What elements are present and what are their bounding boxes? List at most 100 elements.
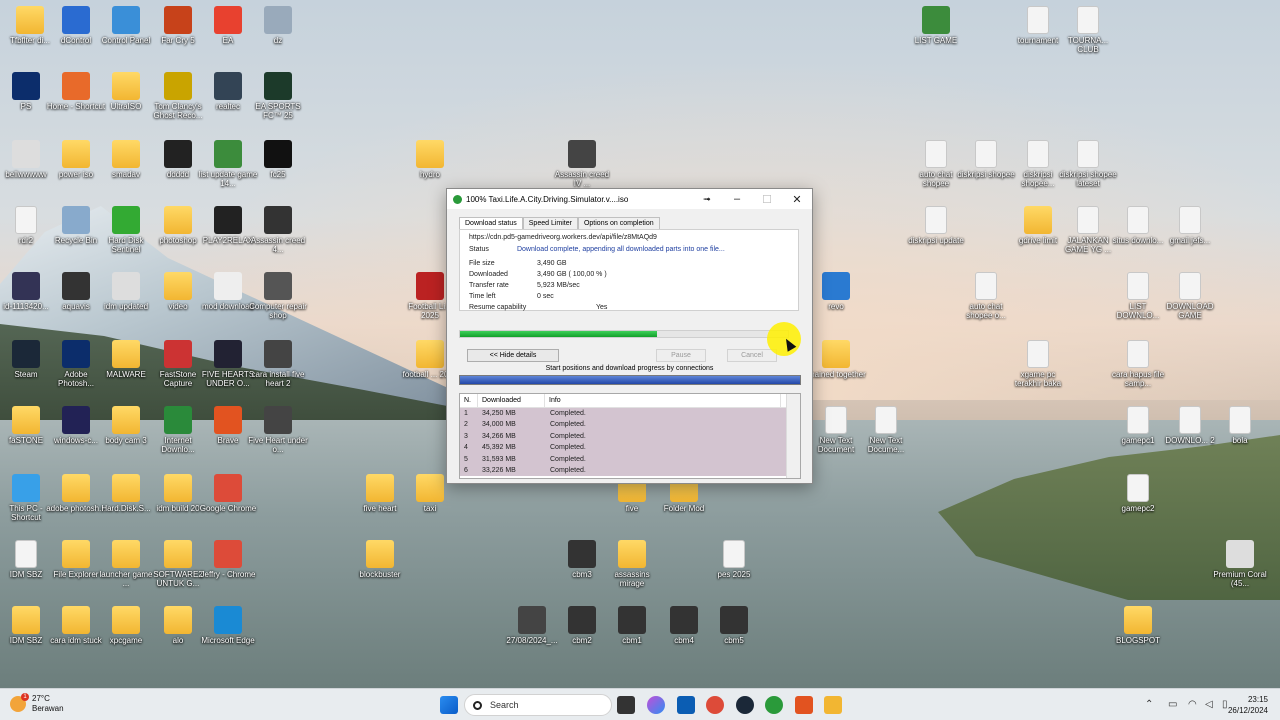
desktop-icon[interactable]: gamepc2 [1108,472,1168,536]
desktop-icon[interactable]: xpcgame [96,604,156,668]
info-row: Downloaded 3,490 GB ( 100,00 % ) [469,271,607,278]
table-row[interactable]: 6 33,226 MB Completed. [460,464,800,477]
desktop-icon[interactable]: auto chat shopee o... [956,270,1016,334]
desktop-icon[interactable]: fc25 [248,138,308,202]
hide-details-button[interactable]: << Hide details [467,349,559,362]
col-info[interactable]: Info [545,394,781,407]
table-row[interactable]: 2 34,000 MB Completed. [460,419,800,431]
desktop-icon[interactable]: blockbuster [350,538,410,602]
table-cell: 31,593 MB [482,455,516,463]
desktop-icon[interactable]: cbm1 [602,604,662,668]
weather-widget[interactable]: 1 27°C Berawan [10,693,64,714]
desktop-icon[interactable]: assassins mirage [602,538,662,602]
desktop-icon[interactable]: Control Panel [96,4,156,68]
steam-icon[interactable] [736,696,754,714]
document-icon [15,206,37,234]
idm-taskbar-icon[interactable] [765,696,783,714]
pause-button[interactable]: Pause [656,349,706,362]
desktop-icon[interactable]: BLOGSPOT [1108,604,1168,668]
status-row: Status Download complete, appending all … [469,246,725,253]
desktop-icon[interactable]: TOURNA... CLUB [1058,4,1118,68]
desktop-icon[interactable]: New Text Docume... [856,404,916,468]
desktop-icon[interactable]: gmail jefs... [1160,204,1220,268]
desktop-icon[interactable]: diskripsi shopee lateset [1058,138,1118,202]
table-row[interactable]: 4 45,392 MB Completed. [460,442,800,454]
app-icon [164,72,192,100]
search-box[interactable]: Search [464,694,612,716]
document-icon [925,140,947,168]
col-downloaded[interactable]: Downloaded [478,394,545,407]
table-cell: Completed. [550,432,586,440]
desktop-icon[interactable]: revo [806,270,866,334]
desktop-icon[interactable]: MALWARE [96,338,156,402]
tab-download-status[interactable]: Download status [459,217,523,229]
desktop-icon[interactable]: Jeffry - Chrome [198,538,258,602]
file-explorer-icon[interactable] [824,696,842,714]
desktop-icon[interactable]: chained together [806,338,866,402]
tab-speed-limiter[interactable]: Speed Limiter [522,217,578,229]
app-icon [112,6,140,34]
desktop-icon[interactable]: launcher game ... [96,538,156,602]
tab-options-on-completion[interactable]: Options on completion [577,217,660,229]
store-icon[interactable] [677,696,695,714]
desktop-icon[interactable]: diskripsi shopee [956,138,1016,202]
close-button[interactable]: ✕ [782,193,812,206]
desktop-icon[interactable]: Hard.Disk.S... [96,472,156,536]
desktop-icon[interactable]: Premium Coral (45... [1210,538,1270,602]
table-row[interactable]: 5 31,593 MB Completed. [460,453,800,465]
task-view-icon[interactable] [617,696,635,714]
table-cell: 33,226 MB [482,466,516,474]
desktop-icon[interactable]: idm updated [96,270,156,334]
desktop-icon[interactable]: smadav [96,138,156,202]
table-scrollbar[interactable] [786,394,800,478]
maximize-button: ☐ [762,193,772,206]
desktop-icon-label: taxi [423,504,437,513]
table-row[interactable]: 3 34,266 MB Completed. [460,430,800,443]
desktop-icon[interactable]: xgame pc terakhir baka [1008,338,1068,402]
start-icon[interactable] [440,696,458,714]
desktop-icon[interactable]: bola [1210,404,1270,468]
desktop-icon[interactable]: LIST DOWNLO... [1108,270,1168,334]
desktop-icon[interactable]: dz [248,4,308,68]
app-icon [164,6,192,34]
table-cell: 34,250 MB [482,410,516,417]
desktop-icon[interactable]: situs downlo... [1108,204,1168,268]
brave-icon[interactable] [795,696,813,714]
app-icon [12,474,40,502]
desktop-icon[interactable]: UltraISO [96,70,156,134]
folder-icon [1124,606,1152,634]
app-icon [214,6,242,34]
desktop-icon[interactable]: pes 2025 [704,538,764,602]
desktop-icon-label: assassins mirage [614,570,650,588]
desktop-icon[interactable]: EA SPORTS FC™ 25 [248,70,308,134]
clock[interactable]: 23:15 26/12/2024 [1228,694,1268,716]
dialog-titlebar[interactable]: 100% Taxi.Life.A.City.Driving.Simulator.… [447,189,812,209]
wifi-icon[interactable]: ◠ [1188,699,1197,710]
network-icon[interactable]: ▭ [1168,699,1177,710]
minimize-button[interactable]: – [722,193,752,205]
desktop-icon[interactable]: Hard Disk Sentinel [96,204,156,268]
desktop-icon[interactable]: Google Chrome [198,472,258,536]
desktop-icon-label: Control Panel [101,36,151,45]
desktop-icon[interactable]: cara install five heart 2 [248,338,308,402]
desktop-icon[interactable]: Assassin creed 4... [248,204,308,268]
desktop-icon[interactable]: body cam 3 [96,404,156,468]
desktop-icon[interactable]: Microsoft Edge [198,604,258,668]
desktop-icon[interactable]: LIST GAME [906,4,966,68]
desktop-icon[interactable]: cara hapus file samp... [1108,338,1168,402]
chrome-icon[interactable] [706,696,724,714]
col-n[interactable]: N. [460,394,478,407]
desktop-icon[interactable]: cbm5 [704,604,764,668]
folder-icon [416,474,444,502]
desktop-icon[interactable]: DOWNLOAD GAME [1160,270,1220,334]
desktop-icon[interactable]: gamepc1 [1108,404,1168,468]
cancel-button[interactable]: Cancel [727,349,777,362]
desktop-icon[interactable]: Five Heart under o... [248,404,308,468]
battery-icon[interactable]: ▯ [1222,699,1228,710]
volume-icon[interactable]: ◁ [1205,699,1213,710]
desktop-icon[interactable]: diskripsi update [906,204,966,268]
chevron-up-icon[interactable]: ⌃ [1145,699,1153,710]
copilot-icon[interactable] [647,696,665,714]
table-row[interactable]: 1 34,250 MB Completed. [460,408,800,420]
desktop-icon[interactable]: Computer repair shop [248,270,308,334]
